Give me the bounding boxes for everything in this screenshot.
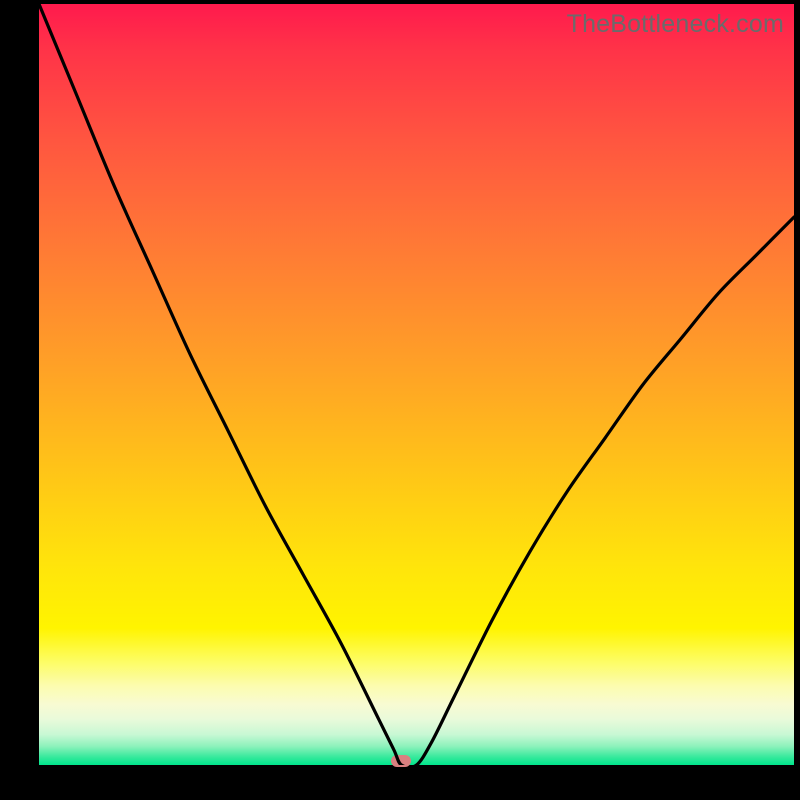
chart-frame: TheBottleneck.com [0, 0, 800, 800]
plot-area: TheBottleneck.com [39, 4, 794, 765]
watermark-text: TheBottleneck.com [567, 10, 784, 39]
bottleneck-curve [39, 4, 794, 765]
